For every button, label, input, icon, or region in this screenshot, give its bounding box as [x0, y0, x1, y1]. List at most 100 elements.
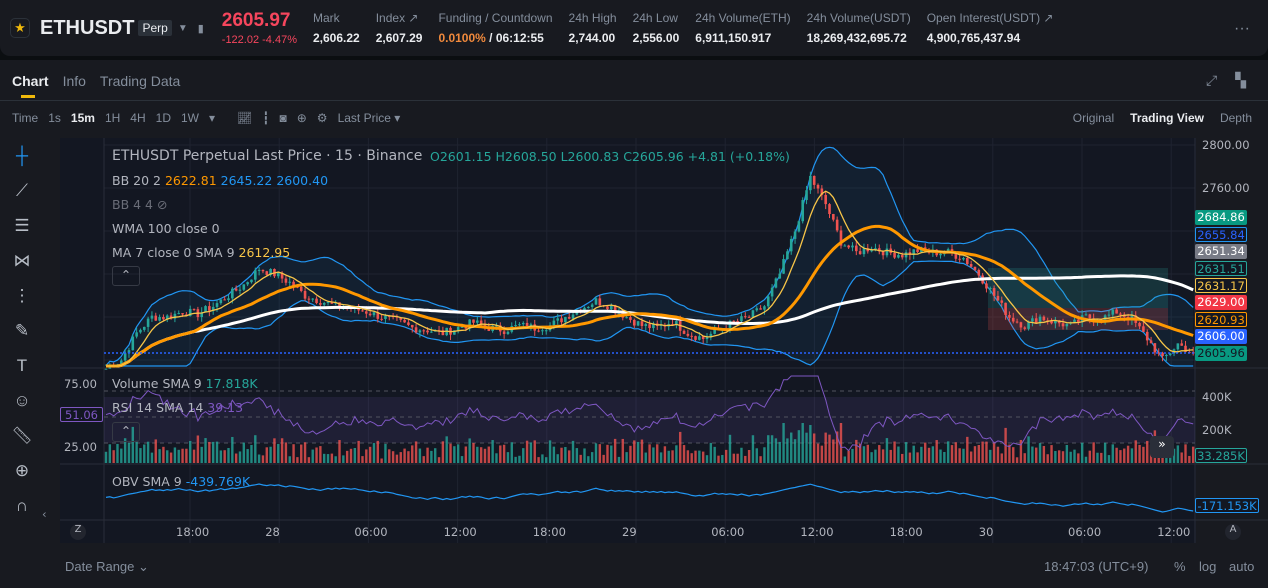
candle: [885, 248, 889, 256]
candle: [705, 337, 709, 340]
volume-tick: 200K: [1202, 423, 1232, 437]
candle: [824, 194, 827, 205]
volume-bar: [330, 453, 334, 463]
candle: [537, 330, 540, 332]
volume-bar: [801, 423, 804, 463]
candle: [1149, 340, 1153, 344]
volume-bar: [851, 448, 854, 463]
candle: [123, 353, 127, 361]
auto-toggle[interactable]: auto: [1229, 559, 1254, 574]
volume-bar: [372, 443, 376, 463]
price-badge: 2651.34: [1195, 244, 1247, 259]
candle: [805, 190, 808, 201]
candle: [847, 245, 850, 248]
volume-bar: [426, 447, 429, 463]
volume-bar: [154, 439, 157, 463]
volume-bar: [150, 452, 154, 463]
time-tick: 18:00: [532, 525, 566, 539]
volume-bar: [1176, 445, 1180, 463]
candle: [793, 231, 797, 239]
volume-bar: [499, 445, 502, 463]
time-tick: 12:00: [443, 525, 477, 539]
volume-bar: [958, 448, 961, 463]
volume-bar: [767, 435, 770, 463]
volume-bar: [1103, 442, 1107, 463]
candle: [636, 321, 640, 326]
volume-bar: [636, 441, 640, 463]
volume-bar: [548, 440, 552, 463]
volume-bar: [479, 447, 483, 463]
volume-bar: [1119, 450, 1122, 463]
volume-bar: [893, 441, 896, 463]
volume-bar: [257, 454, 261, 463]
volume-bar: [694, 450, 697, 463]
candle: [476, 320, 479, 323]
volume-bar: [483, 448, 487, 463]
candle: [629, 317, 632, 320]
candle: [893, 252, 896, 258]
volume-bar: [667, 450, 670, 463]
candle: [541, 330, 544, 332]
candle: [1004, 302, 1007, 316]
volume-bar: [755, 448, 758, 463]
volume-bar: [652, 447, 655, 463]
volume-bar: [418, 448, 422, 463]
candle: [564, 317, 567, 323]
date-range-button[interactable]: Date Range ⌄: [65, 559, 149, 575]
volume-bar: [533, 440, 536, 463]
candle: [1142, 326, 1145, 332]
collapse-legend-button[interactable]: ⌃: [112, 266, 140, 286]
price-badge: 2684.86: [1195, 210, 1247, 225]
time-tick: 06:00: [1068, 525, 1102, 539]
volume-bar: [518, 455, 521, 463]
collapse-pane-button[interactable]: ⌃: [112, 422, 140, 442]
zoom-reset-button[interactable]: Z: [70, 524, 86, 540]
volume-bar: [1088, 450, 1092, 463]
volume-bar: [1134, 440, 1137, 463]
auto-scale-button[interactable]: A: [1225, 524, 1241, 540]
volume-bar: [656, 444, 659, 463]
candle: [231, 288, 234, 299]
volume-bar: [590, 452, 594, 463]
volume-bar: [1073, 449, 1076, 463]
candle: [843, 245, 847, 247]
time-tick: 18:00: [889, 525, 923, 539]
scroll-to-latest-button[interactable]: »: [1150, 436, 1174, 458]
volume-bar: [556, 454, 559, 463]
candle: [640, 321, 644, 327]
volume-bar: [1115, 447, 1118, 463]
volume-bar: [793, 439, 797, 463]
volume-bar: [1077, 453, 1080, 463]
candle: [288, 281, 292, 283]
volume-bar: [1065, 444, 1069, 463]
volume-bar: [606, 444, 609, 463]
candle: [299, 286, 303, 291]
volume-bar: [782, 423, 785, 463]
volume-bar: [594, 443, 598, 463]
volume-bar: [901, 453, 904, 463]
candle: [315, 298, 318, 304]
volume-bar: [686, 450, 690, 463]
log-toggle[interactable]: log: [1199, 559, 1216, 574]
volume-bar: [1100, 452, 1103, 463]
percent-toggle[interactable]: %: [1174, 559, 1186, 574]
volume-bar: [633, 440, 636, 463]
volume-bar: [736, 453, 739, 463]
hidden-eye-icon[interactable]: ⊘: [157, 197, 167, 212]
volume-bar: [280, 438, 284, 463]
candle: [552, 320, 556, 326]
candle: [219, 299, 223, 304]
volume-bar: [288, 456, 291, 463]
volume-bar: [675, 445, 678, 463]
volume-bar: [1000, 453, 1003, 463]
collapse-toolbar-icon[interactable]: ‹: [42, 507, 47, 521]
price-badge: 2629.00: [1195, 295, 1247, 310]
price-chart[interactable]: [0, 0, 1268, 588]
volume-bar: [908, 452, 912, 463]
volume-bar: [311, 449, 314, 463]
volume-bar: [878, 445, 881, 463]
volume-bar: [774, 438, 778, 463]
candle: [372, 312, 376, 316]
candle: [284, 278, 288, 283]
candle: [506, 331, 510, 334]
